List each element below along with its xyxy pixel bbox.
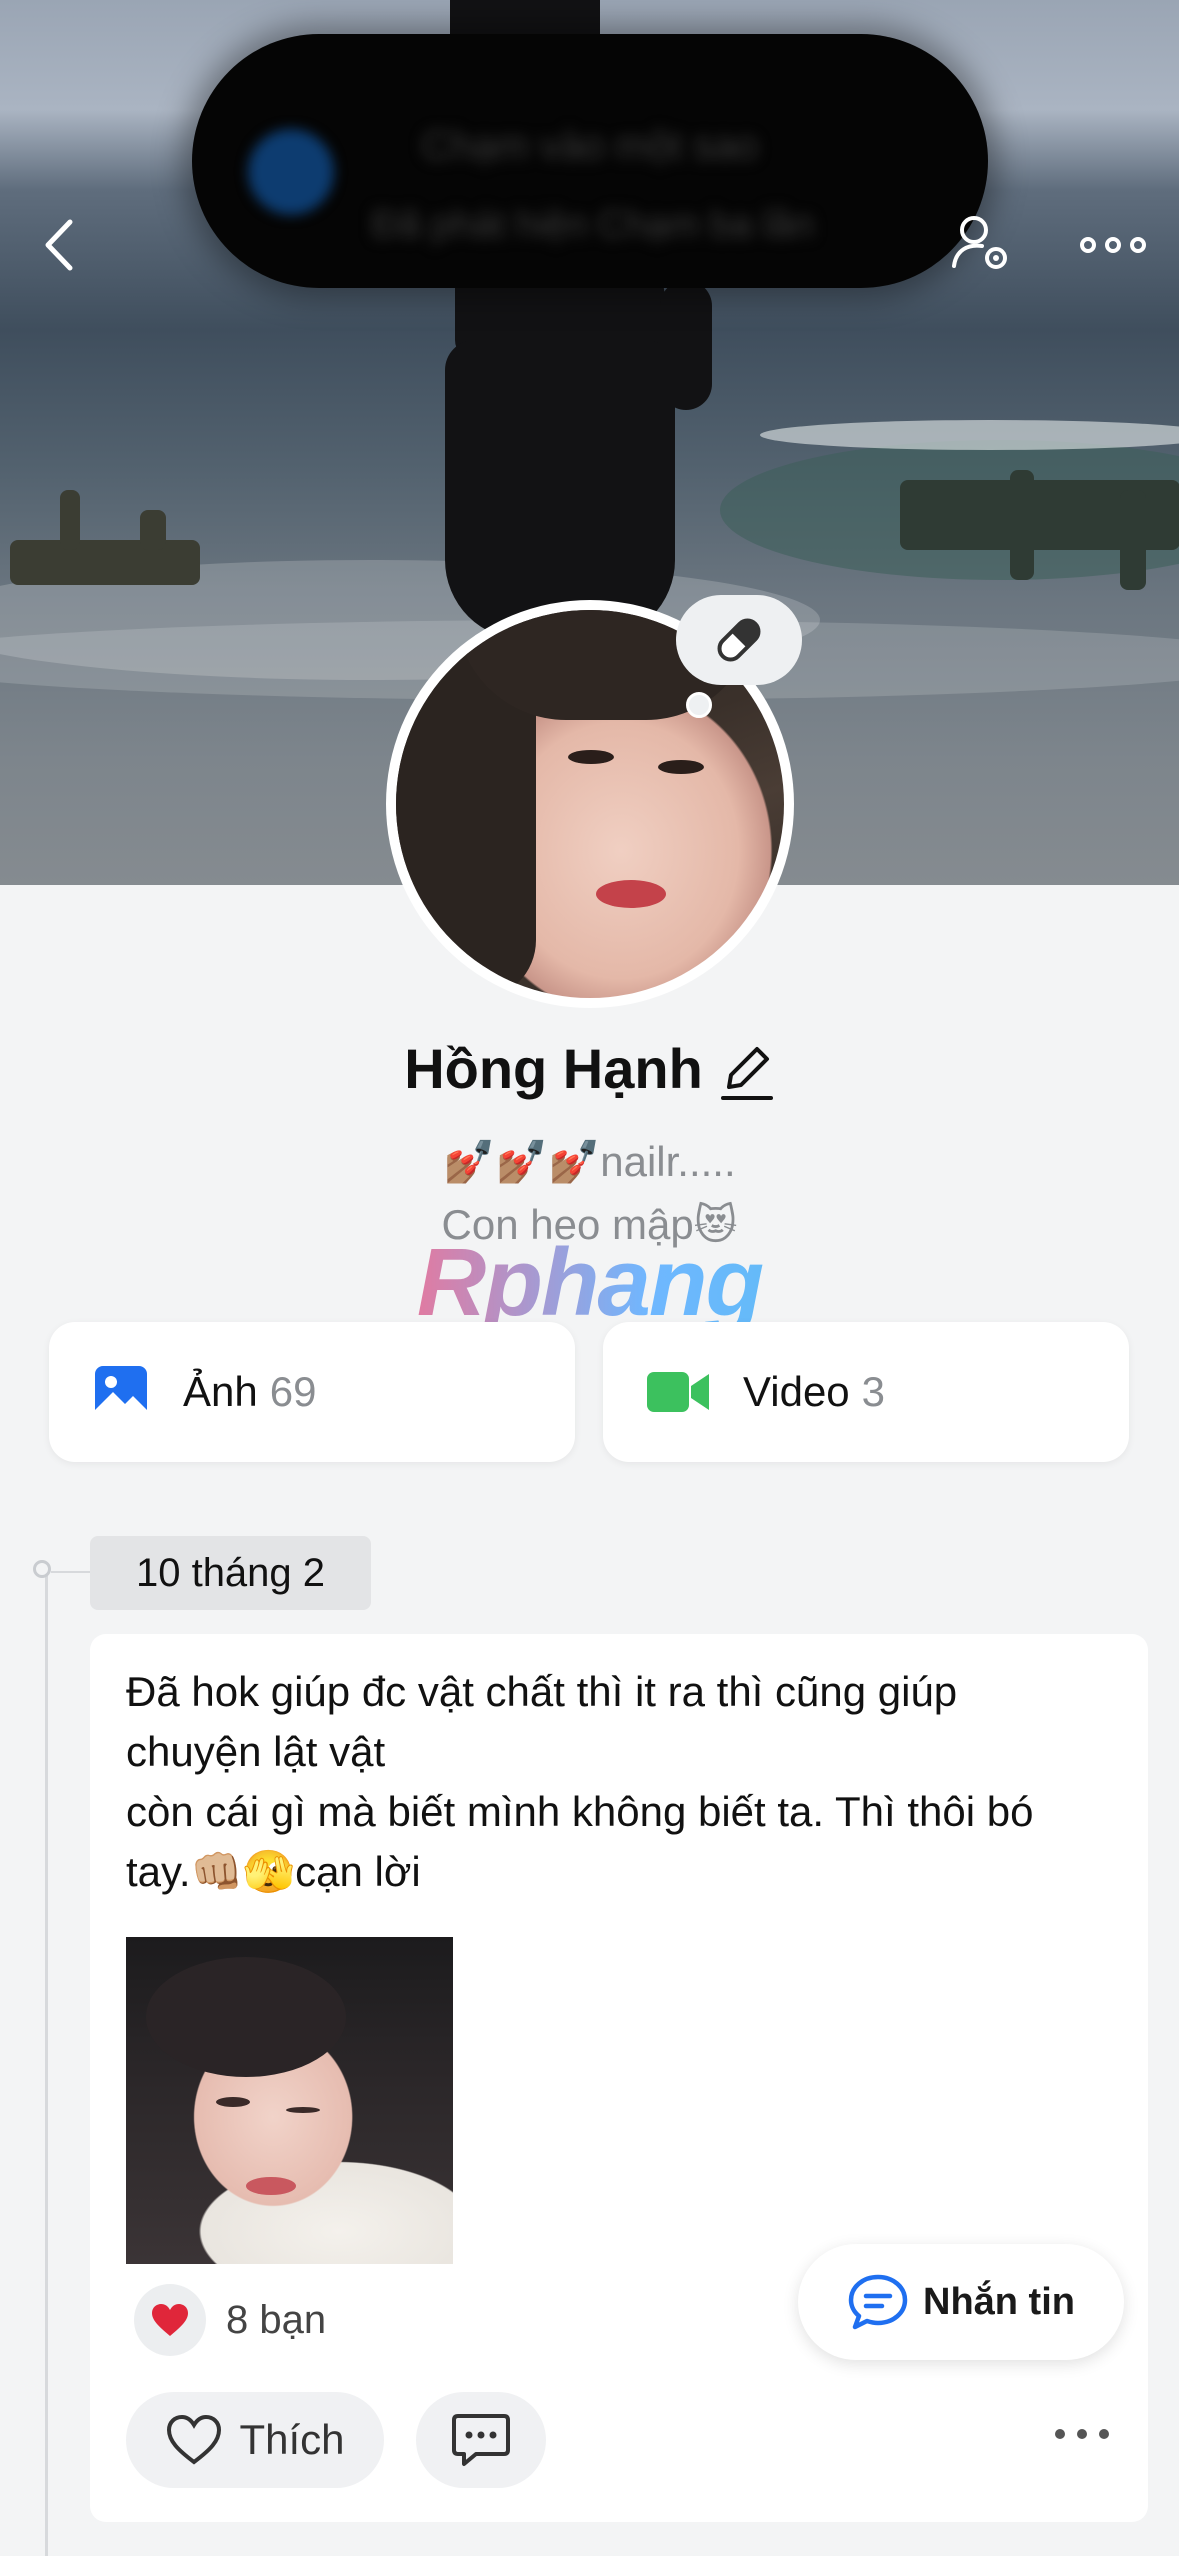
photos-label: Ảnh	[183, 1368, 258, 1415]
heart-icon	[167, 2414, 222, 2465]
videos-card[interactable]: Video 3	[603, 1322, 1129, 1462]
profile-name-row: Hồng Hạnh	[0, 1036, 1179, 1103]
bio-line-1: 💅🏽💅🏽💅🏽nailr.....	[443, 1138, 736, 1185]
status-bubble-tail	[686, 692, 712, 718]
timeline-line	[45, 1570, 48, 2556]
notification-banner[interactable]: Chạm vào một sao Đã phát hiện Chạm ba lầ…	[192, 34, 988, 288]
post-text: Đã hok giúp đc vật chất thì it ra thì cũ…	[126, 1668, 1034, 1895]
notification-title: Chạm vào một sao	[422, 124, 758, 168]
chat-icon	[848, 2274, 908, 2330]
message-button[interactable]: Nhắn tin	[798, 2244, 1124, 2360]
back-icon[interactable]	[40, 210, 80, 280]
more-icon[interactable]	[1078, 210, 1148, 280]
status-bubble[interactable]	[676, 595, 802, 685]
comment-button[interactable]	[416, 2392, 546, 2488]
videos-label: Video	[743, 1368, 850, 1415]
profile-name: Hồng Hạnh	[404, 1037, 703, 1100]
message-button-label: Nhắn tin	[923, 2280, 1075, 2323]
timeline-dot	[33, 1560, 51, 1578]
photo-icon	[95, 1366, 147, 1418]
post-date-badge: 10 tháng 2	[90, 1536, 371, 1610]
post-card[interactable]: Đã hok giúp đc vật chất thì it ra thì cũ…	[90, 1634, 1148, 2522]
like-button[interactable]: Thích	[126, 2392, 384, 2488]
post-more-icon[interactable]	[1052, 2424, 1112, 2444]
pill-icon	[717, 618, 761, 662]
comment-icon	[452, 2414, 510, 2466]
reactions-count: 8 bạn	[226, 2297, 327, 2342]
post-photo[interactable]	[126, 1937, 453, 2264]
like-label: Thích	[239, 2416, 345, 2463]
notification-subtitle: Đã phát hiện Chạm ba lần	[372, 204, 814, 246]
settings-user-icon[interactable]	[950, 210, 1014, 280]
heart-reaction-icon	[134, 2284, 206, 2356]
edit-pencil-icon[interactable]	[719, 1043, 775, 1103]
photos-card[interactable]: Ảnh 69	[49, 1322, 575, 1462]
reactions-summary[interactable]: 8 bạn	[134, 2284, 326, 2356]
video-icon	[647, 1372, 709, 1412]
notification-app-icon	[248, 129, 334, 215]
timeline-connector	[51, 1571, 91, 1573]
photos-count: 69	[269, 1368, 317, 1415]
videos-count: 3	[861, 1368, 886, 1415]
